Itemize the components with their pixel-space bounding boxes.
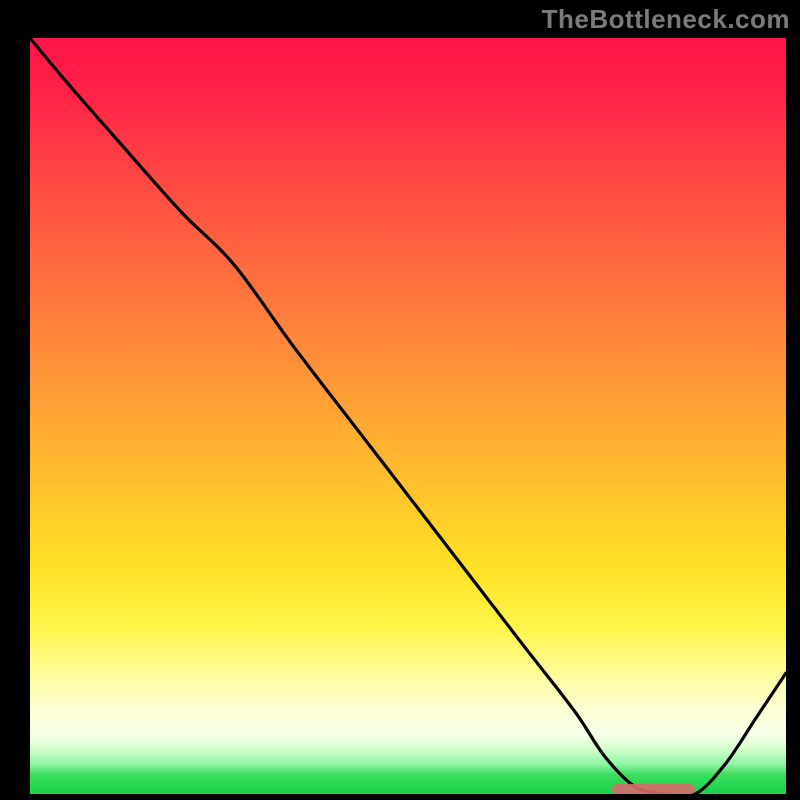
chart-stage: TheBottleneck.com <box>0 0 800 800</box>
watermark-text: TheBottleneck.com <box>542 4 790 35</box>
plot-area <box>30 38 786 794</box>
curve-svg <box>30 38 786 794</box>
bottleneck-curve-path <box>30 38 786 794</box>
optimal-range-marker <box>612 784 695 794</box>
